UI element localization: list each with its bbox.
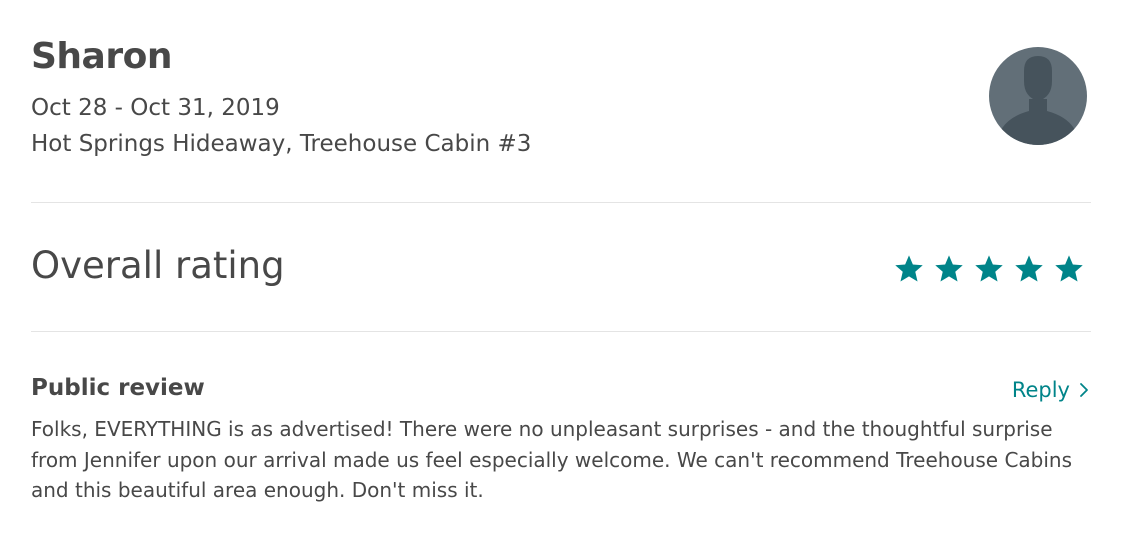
- overall-rating-label: Overall rating: [31, 244, 285, 287]
- star-icon: [895, 255, 923, 282]
- review-text: Folks, EVERYTHING is as advertised! Ther…: [31, 417, 1073, 502]
- review-header: Sharon Oct 28 - Oct 31, 2019 Hot Springs…: [31, 0, 1091, 203]
- star-rating: [893, 253, 1085, 289]
- guest-name: Sharon: [31, 36, 172, 77]
- star-icon: [1015, 255, 1043, 282]
- reply-label: Reply: [1011, 378, 1070, 402]
- star-icon: [1055, 255, 1083, 282]
- divider: [31, 331, 1091, 332]
- divider: [31, 202, 1091, 203]
- stay-dates: Oct 28 - Oct 31, 2019: [31, 95, 280, 121]
- public-review-heading: Public review: [31, 375, 205, 401]
- chevron-right-icon: [1080, 383, 1088, 397]
- reply-button[interactable]: Reply: [1012, 376, 1090, 404]
- default-user-avatar-icon: [1000, 56, 1076, 145]
- star-icon: [935, 255, 963, 282]
- avatar[interactable]: [989, 47, 1087, 145]
- listing-name: Hot Springs Hideaway, Treehouse Cabin #3: [31, 131, 532, 157]
- star-icon: [975, 255, 1003, 282]
